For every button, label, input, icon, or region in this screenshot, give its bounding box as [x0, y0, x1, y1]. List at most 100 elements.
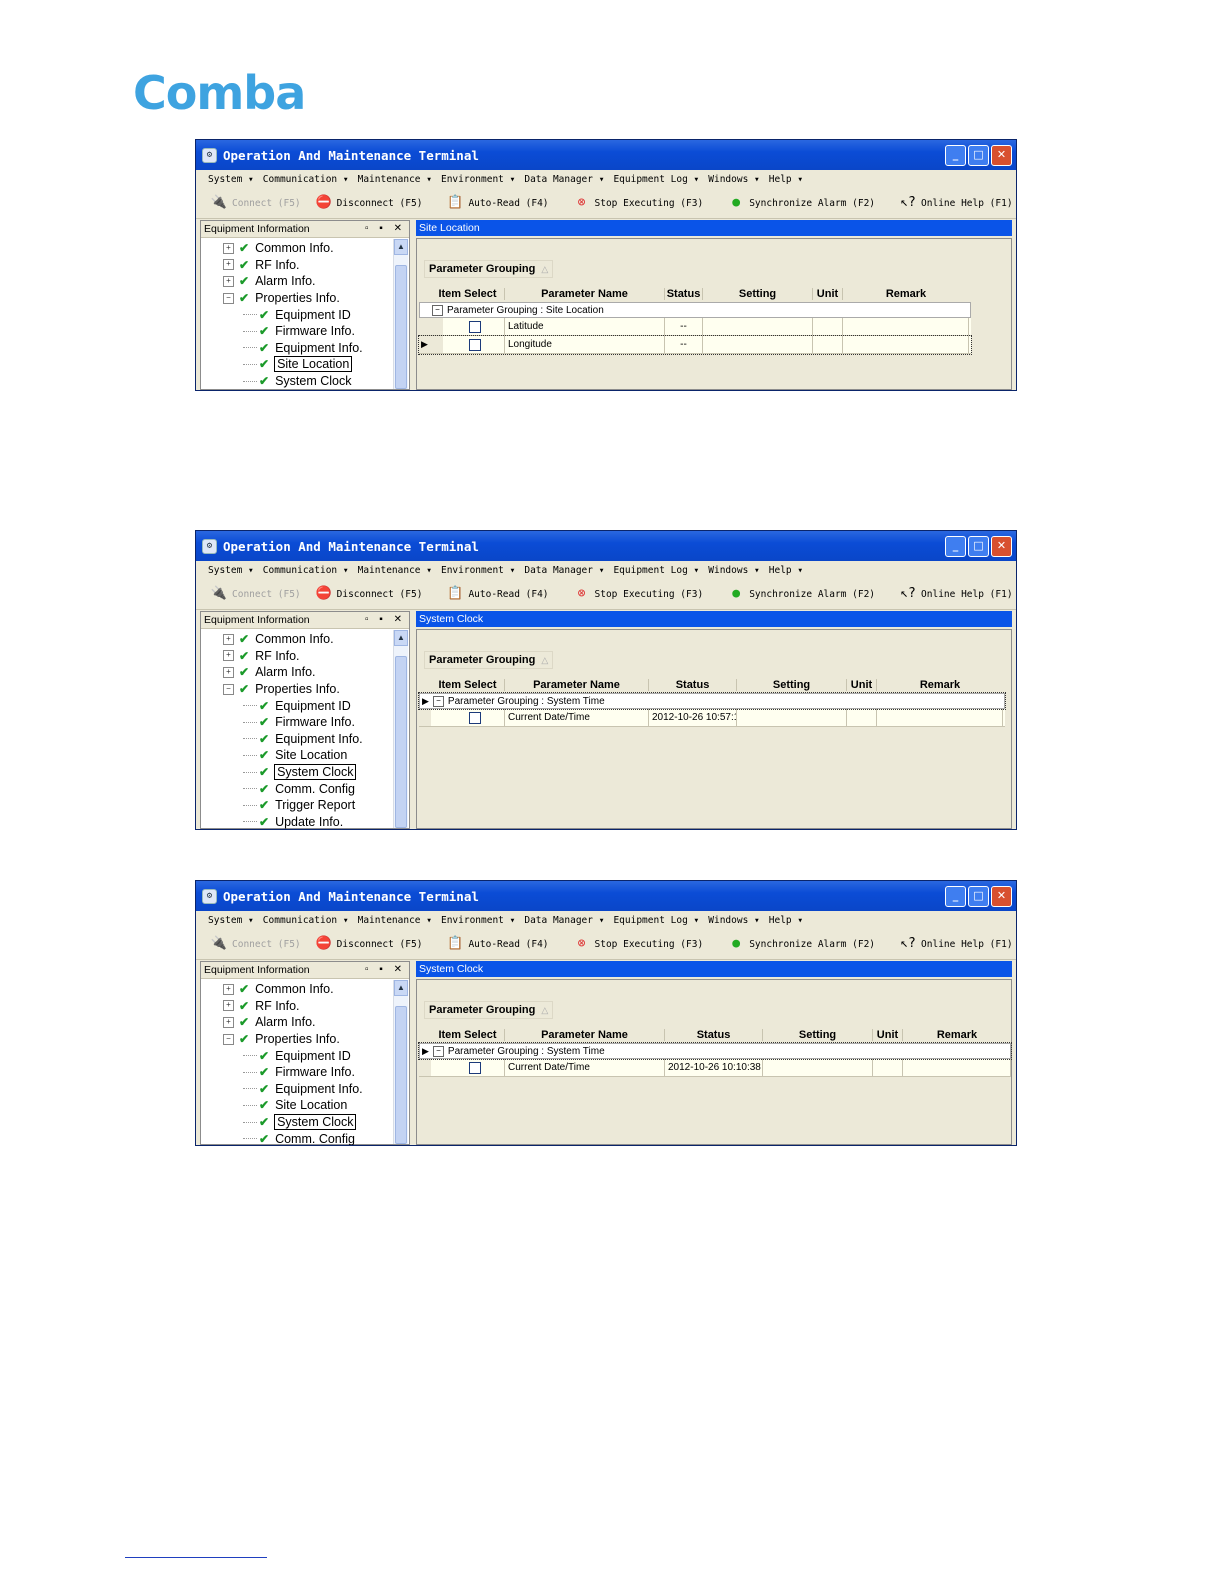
disconnect-button[interactable]: ⛔ Disconnect (F5) [315, 935, 423, 953]
tree-item-alarm[interactable]: + ✔ Alarm Info. [201, 664, 409, 681]
menu-maintenance[interactable]: Maintenance ▾ [358, 915, 432, 926]
tree-item-rf[interactable]: + ✔ RF Info. [201, 257, 409, 274]
col-remark[interactable]: Remark [843, 288, 969, 300]
stop-executing-button[interactable]: ⊗ Stop Executing (F3) [573, 935, 704, 953]
col-status[interactable]: Status [649, 679, 737, 691]
auto-read-button[interactable]: 📋 Auto-Read (F4) [446, 194, 548, 212]
tree-item-firmware[interactable]: ✔ Firmware Info. [201, 323, 409, 340]
tree-item-rf[interactable]: + ✔ RF Info. [201, 648, 409, 665]
close-button[interactable]: ✕ [991, 885, 1012, 907]
row-checkbox[interactable] [469, 1061, 481, 1074]
table-row[interactable]: Latitude -- [419, 318, 971, 336]
maximize-button[interactable]: □ [968, 144, 989, 166]
col-status[interactable]: Status [665, 288, 703, 300]
table-row[interactable]: ▶ Longitude -- [418, 335, 972, 355]
menu-equipment-log[interactable]: Equipment Log ▾ [613, 565, 699, 576]
tree-item-equipment-info[interactable]: ✔ Equipment Info. [201, 1081, 409, 1098]
group-row[interactable]: ▶ − Parameter Grouping : System Time [418, 1042, 1012, 1060]
col-item-select[interactable]: Item Select [431, 679, 505, 691]
col-setting[interactable]: Setting [703, 288, 813, 300]
tree-scrollbar[interactable]: ▲ [393, 630, 408, 828]
table-row[interactable]: Current Date/Time 2012-10-26 10:57:1 [419, 709, 1005, 727]
maximize-button[interactable]: □ [968, 885, 989, 907]
stop-executing-button[interactable]: ⊗ Stop Executing (F3) [573, 585, 704, 603]
synchronize-alarm-button[interactable]: ● Synchronize Alarm (F2) [727, 194, 875, 212]
tree-item-update-info[interactable]: ✔ Update Info. [201, 814, 409, 829]
tree-item-equipment-info[interactable]: ✔ Equipment Info. [201, 731, 409, 748]
menu-maintenance[interactable]: Maintenance ▾ [358, 565, 432, 576]
col-parameter-name[interactable]: Parameter Name [505, 288, 665, 300]
minimize-button[interactable]: _ [945, 535, 966, 557]
panel-controls[interactable]: ▫ ▪ ✕ [365, 221, 406, 237]
col-item-select[interactable]: Item Select [431, 288, 505, 300]
tree-item-properties[interactable]: − ✔ Properties Info. [201, 1031, 409, 1048]
connect-button[interactable]: 🔌 Connect (F5) [210, 935, 301, 953]
menu-windows[interactable]: Windows ▾ [708, 565, 760, 576]
tree-item-rf[interactable]: + ✔ RF Info. [201, 998, 409, 1015]
minimize-button[interactable]: _ [945, 885, 966, 907]
online-help-button[interactable]: ↖? Online Help (F1) [899, 935, 1012, 953]
col-unit[interactable]: Unit [873, 1029, 903, 1041]
tree-item-trigger-report[interactable]: ✔ Trigger Report [201, 797, 409, 814]
synchronize-alarm-button[interactable]: ● Synchronize Alarm (F2) [727, 585, 875, 603]
tree-scrollbar[interactable]: ▲ [393, 980, 408, 1144]
tree-item-alarm[interactable]: + ✔ Alarm Info. [201, 1014, 409, 1031]
parameter-grouping-header[interactable]: Parameter Grouping △ [424, 260, 554, 278]
tree-item-common[interactable]: + ✔ Common Info. [201, 240, 409, 257]
menu-equipment-log[interactable]: Equipment Log ▾ [613, 174, 699, 185]
tree-item-system-clock[interactable]: ✔ System Clock [201, 373, 409, 390]
tree-item-properties[interactable]: − ✔ Properties Info. [201, 681, 409, 698]
col-status[interactable]: Status [665, 1029, 763, 1041]
col-parameter-name[interactable]: Parameter Name [505, 679, 649, 691]
tree-item-equipment-id[interactable]: ✔ Equipment ID [201, 1047, 409, 1064]
tree-item-site-location[interactable]: ✔ Site Location [201, 1097, 409, 1114]
disconnect-button[interactable]: ⛔ Disconnect (F5) [315, 194, 423, 212]
parameter-grouping-header[interactable]: Parameter Grouping △ [424, 1001, 554, 1019]
panel-controls[interactable]: ▫ ▪ ✕ [365, 612, 406, 628]
tree-item-properties[interactable]: − ✔ Properties Info. [201, 290, 409, 307]
menu-communication[interactable]: Communication ▾ [263, 565, 349, 576]
menu-windows[interactable]: Windows ▾ [708, 915, 760, 926]
tree-item-alarm[interactable]: + ✔ Alarm Info. [201, 273, 409, 290]
row-checkbox[interactable] [469, 711, 481, 724]
auto-read-button[interactable]: 📋 Auto-Read (F4) [446, 935, 548, 953]
col-unit[interactable]: Unit [847, 679, 877, 691]
online-help-button[interactable]: ↖? Online Help (F1) [899, 585, 1012, 603]
row-checkbox[interactable] [469, 320, 481, 333]
tree-item-comm-config[interactable]: ✔ Comm. Config [201, 780, 409, 797]
table-row[interactable]: Current Date/Time 2012-10-26 10:10:38 [419, 1059, 1011, 1077]
menu-help[interactable]: Help ▾ [769, 174, 803, 185]
menu-environment[interactable]: Environment ▾ [441, 565, 515, 576]
synchronize-alarm-button[interactable]: ● Synchronize Alarm (F2) [727, 935, 875, 953]
menu-system[interactable]: System ▾ [208, 174, 254, 185]
col-setting[interactable]: Setting [737, 679, 847, 691]
tree-item-equipment-id[interactable]: ✔ Equipment ID [201, 306, 409, 323]
disconnect-button[interactable]: ⛔ Disconnect (F5) [315, 585, 423, 603]
menu-help[interactable]: Help ▾ [769, 915, 803, 926]
tree-item-equipment-id[interactable]: ✔ Equipment ID [201, 697, 409, 714]
menu-data-manager[interactable]: Data Manager ▾ [524, 174, 604, 185]
auto-read-button[interactable]: 📋 Auto-Read (F4) [446, 585, 548, 603]
menu-maintenance[interactable]: Maintenance ▾ [358, 174, 432, 185]
tree-item-firmware[interactable]: ✔ Firmware Info. [201, 714, 409, 731]
menu-windows[interactable]: Windows ▾ [708, 174, 760, 185]
menu-environment[interactable]: Environment ▾ [441, 174, 515, 185]
menu-equipment-log[interactable]: Equipment Log ▾ [613, 915, 699, 926]
online-help-button[interactable]: ↖? Online Help (F1) [899, 194, 1012, 212]
close-button[interactable]: ✕ [991, 535, 1012, 557]
tree-item-comm-config[interactable]: ✔ Comm. Config [201, 1130, 409, 1145]
connect-button[interactable]: 🔌 Connect (F5) [210, 585, 301, 603]
col-setting[interactable]: Setting [763, 1029, 873, 1041]
menu-system[interactable]: System ▾ [208, 565, 254, 576]
maximize-button[interactable]: □ [968, 535, 989, 557]
panel-controls[interactable]: ▫ ▪ ✕ [365, 962, 406, 978]
menu-data-manager[interactable]: Data Manager ▾ [524, 565, 604, 576]
col-remark[interactable]: Remark [877, 679, 1003, 691]
row-checkbox[interactable] [469, 338, 481, 351]
tree-item-equipment-info[interactable]: ✔ Equipment Info. [201, 340, 409, 357]
stop-executing-button[interactable]: ⊗ Stop Executing (F3) [573, 194, 704, 212]
tree-item-site-location[interactable]: ✔ Site Location [201, 747, 409, 764]
tree-item-common[interactable]: + ✔ Common Info. [201, 631, 409, 648]
menu-communication[interactable]: Communication ▾ [263, 174, 349, 185]
menu-data-manager[interactable]: Data Manager ▾ [524, 915, 604, 926]
